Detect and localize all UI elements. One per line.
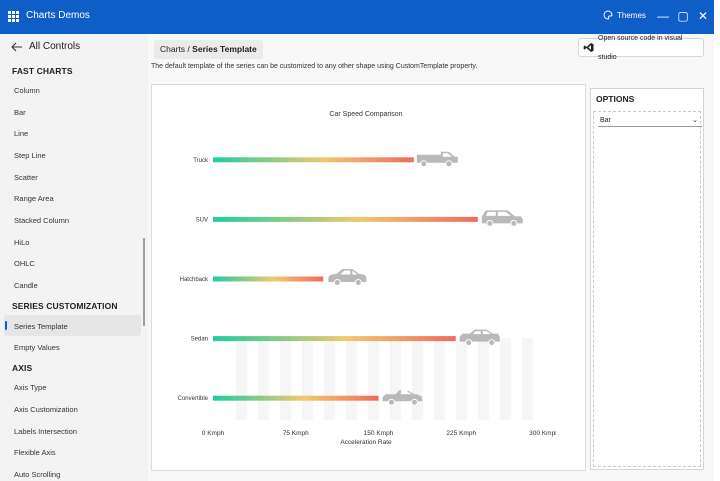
open-source-label: Open source code in visual studio — [598, 34, 683, 61]
y-tick-label: Truck — [193, 158, 209, 164]
bar-sedan — [213, 336, 456, 342]
sidebar-item-range-area[interactable]: Range Area — [14, 194, 54, 203]
sidebar-item-step-line[interactable]: Step Line — [14, 151, 46, 160]
sidebar-item-flexible-axis[interactable]: Flexible Axis — [14, 448, 56, 457]
chevron-down-icon: ⌄ — [692, 117, 698, 124]
bar-hatchback — [213, 276, 324, 282]
themes-label: Themes — [617, 10, 646, 20]
back-label: All Controls — [29, 41, 81, 52]
sidebar-item-axis-type[interactable]: Axis Type — [14, 383, 46, 392]
chart-title: Car Speed Comparison — [329, 111, 402, 118]
bar-suv — [213, 216, 478, 222]
options-panel: OPTIONS Bar ⌄ — [590, 88, 704, 470]
themes-button[interactable]: Themes — [603, 10, 646, 20]
visual-studio-icon — [583, 43, 594, 52]
sidebar-item-labels-intersection[interactable]: Labels Intersection — [14, 427, 77, 436]
series-type-select[interactable]: Bar ⌄ — [598, 115, 702, 127]
selection-indicator — [5, 321, 7, 330]
sidebar-item-candle[interactable]: Candle — [14, 281, 38, 290]
sidebar-scrollbar[interactable] — [143, 238, 145, 326]
sidebar-item-hilo[interactable]: HiLo — [14, 238, 29, 247]
chart-background-band — [236, 338, 247, 420]
sidebar-item-auto-scrolling[interactable]: Auto Scrolling — [14, 470, 60, 479]
breadcrumb-parent[interactable]: Charts — [160, 44, 185, 54]
sidebar-item-series-template[interactable]: Series Template — [14, 322, 68, 331]
chart-background-band — [368, 338, 379, 420]
sidebar-item-bar[interactable]: Bar — [14, 108, 26, 117]
y-tick-label: Hatchback — [180, 277, 209, 283]
bar-convertible — [213, 395, 379, 401]
group-series-customization: SERIES CUSTOMIZATION — [12, 301, 118, 311]
open-source-button[interactable]: Open source code in visual studio — [578, 35, 704, 61]
breadcrumb-current: Series Template — [192, 44, 257, 54]
sidebar-item-stacked-column[interactable]: Stacked Column — [14, 216, 69, 225]
app-title: Charts Demos — [26, 10, 90, 21]
x-tick-label: 75 Kmph — [283, 430, 309, 437]
chart-background-band — [346, 338, 357, 420]
minimize-button[interactable]: — — [656, 8, 670, 24]
chart-background-band — [500, 338, 511, 420]
sidebar-item-line[interactable]: Line — [14, 129, 28, 138]
main-content: Charts / Series Template Open source cod… — [148, 34, 714, 481]
x-tick-label: 300 Kmph — [529, 430, 556, 437]
chart-background-band — [456, 338, 467, 420]
options-content: Bar ⌄ — [593, 111, 702, 467]
options-title: OPTIONS — [596, 94, 635, 104]
x-tick-label: 0 Kmph — [202, 430, 225, 437]
bar-chart: Car Speed Comparison Truck SUV Hatchback Se… — [176, 108, 559, 448]
chart-background-band — [434, 338, 445, 420]
group-fast-charts: FAST CHARTS — [12, 66, 73, 76]
chart-background-band — [280, 338, 291, 420]
chart-background-band — [324, 338, 335, 420]
select-value: Bar — [600, 117, 611, 124]
bar-truck — [213, 157, 414, 163]
x-axis-title: Acceleration Rate — [340, 439, 392, 446]
chart-background-band — [302, 338, 313, 420]
arrow-left-icon — [11, 42, 22, 51]
y-tick-label: SUV — [196, 217, 208, 223]
page-description: The default template of the series can b… — [151, 63, 478, 70]
chart-background-band — [412, 338, 423, 420]
chart-background-band — [258, 338, 269, 420]
maximize-button[interactable]: ▢ — [676, 8, 690, 24]
chart-background-band — [478, 338, 489, 420]
palette-icon — [603, 10, 613, 20]
chart-background-band — [522, 338, 533, 420]
breadcrumb: Charts / Series Template — [154, 40, 263, 59]
sidebar-item-ohlc[interactable]: OHLC — [14, 259, 35, 268]
app-grid-icon — [8, 11, 19, 22]
y-tick-label: Sedan — [191, 337, 208, 343]
x-tick-label: 225 Kmph — [446, 430, 476, 437]
sidebar-item-empty-values[interactable]: Empty Values — [14, 343, 60, 352]
y-tick-label: Convertible — [178, 396, 209, 402]
sidebar-item-scatter[interactable]: Scatter — [14, 173, 38, 182]
chart-background-band — [390, 338, 401, 420]
x-tick-label: 150 Kmph — [364, 430, 394, 437]
sidebar-item-column[interactable]: Column — [14, 86, 40, 95]
chart-area: Car Speed Comparison Truck SUV Hatchback Se… — [176, 108, 559, 448]
sidebar-item-axis-customization[interactable]: Axis Customization — [14, 405, 78, 414]
back-button[interactable]: All Controls — [11, 41, 80, 52]
breadcrumb-separator: / — [187, 44, 190, 54]
close-button[interactable]: ✕ — [696, 8, 710, 24]
group-axis: AXIS — [12, 363, 33, 373]
sidebar: All Controls FAST CHARTS Column Bar Line… — [0, 34, 149, 481]
